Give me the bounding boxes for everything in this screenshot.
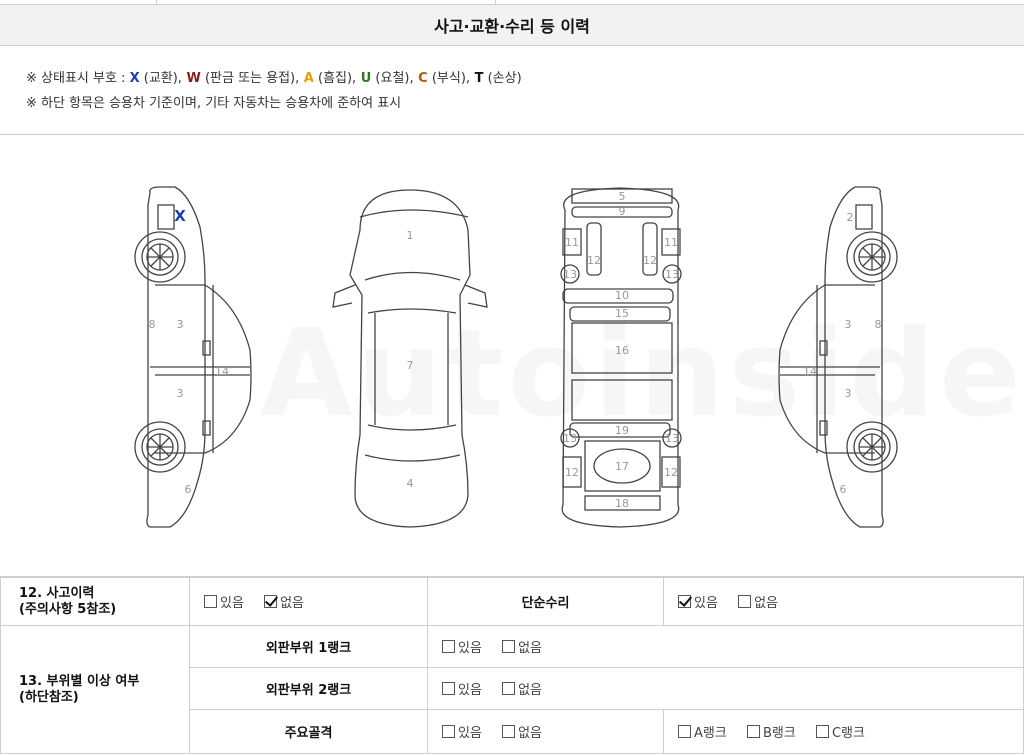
legend-desc-t: (손상) bbox=[483, 71, 522, 86]
legend-symbol-w: W bbox=[181, 71, 201, 86]
legend-symbol-x: X bbox=[129, 71, 140, 86]
damage-marker-x: X bbox=[174, 207, 186, 225]
legend-symbol-t: T bbox=[470, 71, 484, 86]
part-number-13-1: 13 bbox=[665, 268, 679, 281]
part-number-10-0: 10 bbox=[615, 289, 629, 302]
part-number-11-0: 11 bbox=[565, 236, 579, 249]
parts-label-line1: 13. 부위별 이상 여부 bbox=[19, 673, 140, 689]
main-frame-rank-options: A랭크 B랭크 C랭크 bbox=[663, 709, 1024, 754]
parts-label-line2: (하단참조) bbox=[19, 689, 79, 705]
part-anomaly-label: 13. 부위별 이상 여부 (하단참조) bbox=[0, 625, 190, 754]
simple-repair-no-checkbox[interactable]: 없음 bbox=[738, 592, 778, 611]
legend-prefix: ※ 상태표시 부호 : bbox=[26, 71, 126, 86]
part-number-16-0: 16 bbox=[615, 344, 629, 357]
legend-panel: ※ 상태표시 부호 : X (교환), W (판금 또는 용접), A (흠집)… bbox=[0, 46, 1024, 135]
main-frame-yes-checkbox[interactable]: 있음 bbox=[442, 722, 482, 741]
legend-symbol-list: X (교환), W (판금 또는 용접), A (흠집), U (요철), C … bbox=[130, 71, 522, 86]
part-number-18-0: 18 bbox=[615, 497, 629, 510]
simple-repair-yes-checkbox[interactable]: 있음 bbox=[678, 592, 718, 611]
part-number-8-1: 8 bbox=[875, 318, 882, 331]
row-outer-rank1: 13. 부위별 이상 여부 (하단참조) 외판부위 1랭크 있음 없음 bbox=[0, 625, 1024, 754]
part-number-3-3: 3 bbox=[845, 387, 852, 400]
part-number-13-2: 13 bbox=[563, 432, 577, 445]
main-frame-label: 주요골격 bbox=[189, 709, 428, 754]
car-left-side bbox=[134, 186, 252, 528]
accident-history-label: 12. 사고이력 (주의사항 5참조) bbox=[0, 577, 190, 626]
car-diagram-svg: 123333456 678 891011 1112 1212 1213 1313 1314 14… bbox=[134, 186, 898, 528]
outer-rank1-options: 있음 없음 bbox=[427, 625, 1024, 668]
car-right-side bbox=[778, 186, 898, 528]
car-frame-view bbox=[560, 187, 682, 528]
part-number-5-0: 5 bbox=[619, 190, 626, 203]
legend-symbol-a: A bbox=[299, 71, 314, 86]
part-number-6-0: 6 bbox=[185, 483, 192, 496]
rank-b-checkbox[interactable]: B랭크 bbox=[746, 722, 796, 741]
outer-rank1-yes-checkbox[interactable]: 있음 bbox=[442, 637, 482, 656]
simple-repair-options-cell: 있음 없음 bbox=[663, 577, 1024, 626]
accident-yes-checkbox[interactable]: 있음 bbox=[204, 592, 244, 611]
outer-rank1-no-checkbox[interactable]: 없음 bbox=[502, 637, 542, 656]
legend-desc-w: (판금 또는 용접), bbox=[200, 71, 300, 86]
section-title: 사고·교환·수리 등 이력 bbox=[0, 5, 1024, 46]
part-number-3-2: 3 bbox=[845, 318, 852, 331]
main-frame-no-checkbox[interactable]: 없음 bbox=[502, 722, 542, 741]
history-table: 12. 사고이력 (주의사항 5참조) 있음 없음 단순수리 있음 없음 13.… bbox=[0, 577, 1024, 754]
part-number-19-0: 19 bbox=[615, 424, 629, 437]
outer-rank2-no-checkbox[interactable]: 없음 bbox=[502, 679, 542, 698]
legend-desc-c: (부식), bbox=[427, 71, 471, 86]
legend-line-note: ※ 하단 항목은 승용차 기준이며, 기타 자동차는 승용차에 준하여 표시 bbox=[26, 96, 402, 111]
part-number-1-0: 1 bbox=[407, 229, 414, 242]
legend-desc-a: (흠집), bbox=[313, 71, 357, 86]
part-number-8-0: 8 bbox=[149, 318, 156, 331]
part-number-12-2: 12 bbox=[565, 466, 579, 479]
part-number-2-0: 2 bbox=[847, 211, 854, 224]
accident-label-line2: (주의사항 5참조) bbox=[19, 601, 117, 617]
part-number-labels: 123333456 678 891011 1112 1212 1213 1313 1314 14… bbox=[149, 190, 882, 510]
part-number-13-3: 13 bbox=[665, 432, 679, 445]
part-number-9-0: 9 bbox=[619, 205, 626, 218]
part-number-3-0: 3 bbox=[177, 318, 184, 331]
part-number-14-1: 14 bbox=[803, 365, 817, 378]
legend-desc-x: (교환), bbox=[139, 71, 182, 86]
outer-rank2-label: 외판부위 2랭크 bbox=[189, 667, 428, 710]
main-frame-options: 있음 없음 bbox=[427, 709, 664, 754]
part-number-12-0: 12 bbox=[587, 254, 601, 267]
accident-no-checkbox[interactable]: 없음 bbox=[264, 592, 304, 611]
legend-desc-u: (요철), bbox=[371, 71, 414, 86]
simple-repair-label: 단순수리 bbox=[427, 577, 664, 626]
legend-line-symbols: ※ 상태표시 부호 : X (교환), W (판금 또는 용접), A (흠집)… bbox=[26, 67, 522, 86]
legend-symbol-c: C bbox=[413, 71, 428, 86]
accident-options-cell: 있음 없음 bbox=[189, 577, 428, 626]
outer-rank2-yes-checkbox[interactable]: 있음 bbox=[442, 679, 482, 698]
row-accident-history: 12. 사고이력 (주의사항 5참조) 있음 없음 단순수리 있음 없음 bbox=[0, 577, 1024, 626]
part-number-4-0: 4 bbox=[407, 477, 414, 490]
part-number-11-1: 11 bbox=[664, 236, 678, 249]
part-number-14-0: 14 bbox=[215, 365, 229, 378]
part-number-17-0: 17 bbox=[615, 460, 629, 473]
part-number-13-0: 13 bbox=[563, 268, 577, 281]
outer-rank1-label: 외판부위 1랭크 bbox=[189, 625, 428, 668]
rank-c-checkbox[interactable]: C랭크 bbox=[815, 722, 865, 741]
part-number-12-1: 12 bbox=[643, 254, 657, 267]
rank-a-checkbox[interactable]: A랭크 bbox=[678, 722, 727, 741]
outer-rank2-options: 있음 없음 bbox=[427, 667, 1024, 710]
part-number-12-3: 12 bbox=[664, 466, 678, 479]
part-number-6-1: 6 bbox=[840, 483, 847, 496]
part-number-15-0: 15 bbox=[615, 307, 629, 320]
legend-symbol-u: U bbox=[356, 71, 372, 86]
part-number-3-1: 3 bbox=[177, 387, 184, 400]
part-number-7-0: 7 bbox=[407, 359, 414, 372]
car-damage-diagram: Autoinside bbox=[0, 135, 1024, 577]
accident-label-line1: 12. 사고이력 bbox=[19, 585, 95, 601]
